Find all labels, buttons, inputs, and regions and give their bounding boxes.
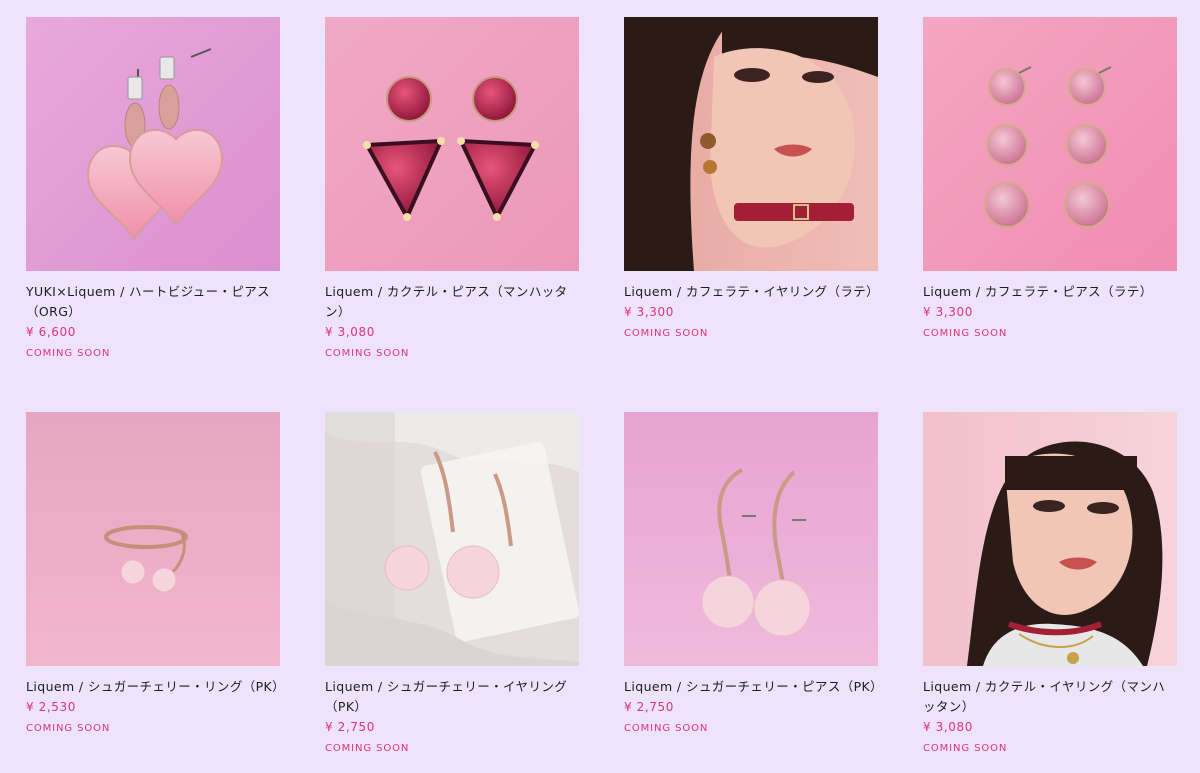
product-card[interactable]: Liquem / シュガーチェリー・イヤリング（PK） ¥ 2,750 COMI… xyxy=(325,412,579,756)
product-name[interactable]: Liquem / シュガーチェリー・ピアス（PK） xyxy=(624,677,883,697)
product-price: ¥ 3,300 xyxy=(923,305,974,319)
cherry-ring-image[interactable] xyxy=(26,412,280,666)
product-card[interactable]: Liquem / シュガーチェリー・リング（PK） ¥ 2,530 COMING… xyxy=(26,412,285,736)
product-price: ¥ 3,080 xyxy=(923,720,974,734)
product-status: COMING SOON xyxy=(923,328,1008,339)
product-price: ¥ 2,530 xyxy=(26,700,77,714)
product-card[interactable]: Liquem / カクテル・ピアス（マンハッタン） ¥ 3,080 COMING… xyxy=(325,17,579,361)
product-name[interactable]: Liquem / シュガーチェリー・イヤリング（PK） xyxy=(325,677,579,717)
product-card[interactable]: Liquem / カクテル・イヤリング（マンハッタン） ¥ 3,080 COMI… xyxy=(923,412,1177,756)
product-name[interactable]: YUKI×Liquem / ハートビジュー・ピアス（ORG） xyxy=(26,282,280,322)
product-status: COMING SOON xyxy=(325,743,410,754)
product-price: ¥ 6,600 xyxy=(26,325,77,339)
product-price: ¥ 2,750 xyxy=(624,700,675,714)
product-status: COMING SOON xyxy=(325,348,410,359)
product-price: ¥ 2,750 xyxy=(325,720,376,734)
cherry-earrings-packaging-image[interactable] xyxy=(325,412,579,666)
product-status: COMING SOON xyxy=(624,328,709,339)
product-name[interactable]: Liquem / カフェラテ・イヤリング（ラテ） xyxy=(624,282,879,302)
product-name[interactable]: Liquem / カフェラテ・ピアス（ラテ） xyxy=(923,282,1177,302)
cherry-earrings-image[interactable] xyxy=(624,412,878,666)
product-card[interactable]: Liquem / カフェラテ・イヤリング（ラテ） ¥ 3,300 COMING … xyxy=(624,17,879,341)
product-price: ¥ 3,300 xyxy=(624,305,675,319)
product-status: COMING SOON xyxy=(923,743,1008,754)
heart-earrings-image[interactable] xyxy=(26,17,280,271)
product-name[interactable]: Liquem / カクテル・ピアス（マンハッタン） xyxy=(325,282,579,322)
product-card[interactable]: YUKI×Liquem / ハートビジュー・ピアス（ORG） ¥ 6,600 C… xyxy=(26,17,280,361)
model-portrait-image[interactable] xyxy=(923,412,1177,666)
product-name[interactable]: Liquem / シュガーチェリー・リング（PK） xyxy=(26,677,285,697)
product-price: ¥ 3,080 xyxy=(325,325,376,339)
product-card[interactable]: Liquem / シュガーチェリー・ピアス（PK） ¥ 2,750 COMING… xyxy=(624,412,883,736)
product-card[interactable]: Liquem / カフェラテ・ピアス（ラテ） ¥ 3,300 COMING SO… xyxy=(923,17,1177,341)
cocktail-earrings-image[interactable] xyxy=(325,17,579,271)
product-grid: YUKI×Liquem / ハートビジュー・ピアス（ORG） ¥ 6,600 C… xyxy=(0,0,1200,773)
model-portrait-image[interactable] xyxy=(624,17,878,271)
cafe-latte-earrings-image[interactable] xyxy=(923,17,1177,271)
product-status: COMING SOON xyxy=(26,348,111,359)
product-status: COMING SOON xyxy=(26,723,111,734)
product-name[interactable]: Liquem / カクテル・イヤリング（マンハッタン） xyxy=(923,677,1177,717)
product-status: COMING SOON xyxy=(624,723,709,734)
